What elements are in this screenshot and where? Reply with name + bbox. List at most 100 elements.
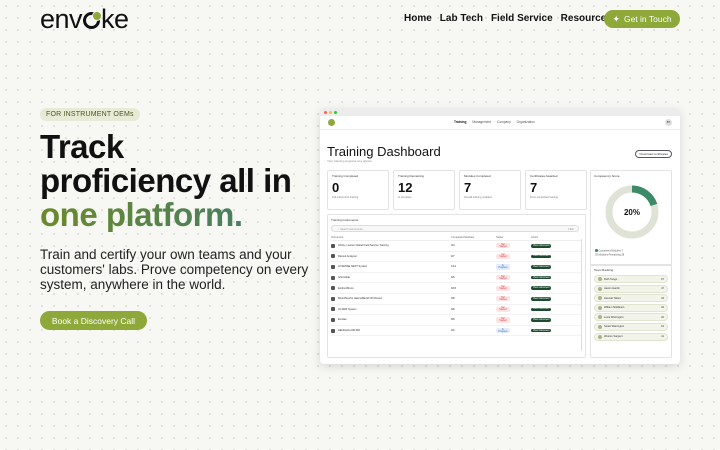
status-cell: Not Started	[496, 306, 531, 312]
tab-organization[interactable]: Organization	[517, 120, 535, 124]
filter-button[interactable]: Filter	[568, 226, 574, 233]
view-instrument-button[interactable]: View Instrument	[531, 328, 552, 333]
modules-count: 0/2	[451, 329, 455, 333]
member-score: 19	[661, 325, 664, 329]
ranking-row[interactable]: William Middleton 34	[594, 303, 668, 312]
hero-tag: FOR INSTRUMENT OEMs	[40, 108, 140, 121]
ranking-name: Weston Sargent	[598, 334, 623, 339]
instrument-name: Ramuti Analyser	[331, 254, 451, 259]
instrument-label: Alinity c-series Global Field Service Tr…	[338, 244, 389, 248]
search-placeholder: Search instruments...	[340, 228, 365, 231]
member-score: 34	[661, 306, 664, 310]
instrument-label: Ramuti Analyser	[338, 254, 357, 258]
download-certificates-button[interactable]: Download certificates	[635, 150, 672, 158]
ranking-name: Lucia Warrington	[598, 315, 624, 320]
status-cell: In Progress	[496, 327, 531, 334]
brand-logo[interactable]: env ke	[40, 4, 129, 35]
hero-title-line1: Track	[40, 128, 124, 165]
table-row[interactable]: HEHO/etta HB 600 0/2 In Progress View Instr…	[331, 326, 582, 337]
view-instrument-button[interactable]: View Instrument	[531, 297, 552, 301]
instrument-icon	[331, 317, 335, 322]
avatar[interactable]: BT	[665, 119, 672, 126]
search-input[interactable]: ⌕ Search instruments... Filter	[331, 225, 579, 232]
nav-home[interactable]: Home	[404, 13, 432, 24]
instrument-icon	[331, 275, 335, 280]
header-action: Action	[531, 236, 539, 239]
instrument-name: Emolax	[331, 317, 451, 322]
instrument-label: HEHO/etta HB 600	[338, 329, 360, 333]
competency-legend: Completed Modules 7 Modules Remaining 28	[595, 249, 624, 257]
close-dot-icon	[324, 110, 327, 114]
view-instrument-button[interactable]: View Instrument	[531, 244, 552, 248]
ranking-row[interactable]: Lucia Warrington 22	[594, 313, 668, 322]
avatar	[598, 277, 602, 281]
instrument-name: HI-SENSE NEXT System	[331, 264, 451, 269]
avatar	[598, 315, 602, 320]
view-instrument-button[interactable]: View Instrument	[531, 254, 552, 259]
table-row[interactable]: Ramuti Analyser 0/7 Not Started View Instru…	[331, 252, 582, 263]
ranking-row[interactable]: Weston Sargent 11	[594, 332, 668, 341]
hero-title: Track proficiency all in one platform.	[40, 130, 330, 232]
instrument-label: BloodTouch1 HaemoBank3 3D Device	[338, 297, 383, 301]
modules-count: 0/8	[451, 307, 455, 311]
view-instrument-button[interactable]: View Instrument	[531, 265, 552, 269]
legend-value: 28	[621, 253, 625, 257]
instrument-name: Endra Mbono	[331, 286, 451, 291]
instrument-icon	[331, 328, 335, 333]
get-in-touch-button[interactable]: ✦ Get in Touch	[604, 10, 680, 28]
stat-label: Modules Completed	[464, 174, 491, 178]
stat-label: Training Remaining	[398, 174, 424, 178]
table-row[interactable]: HI-3000 System 0/8 Not Started View Instrum…	[331, 305, 582, 316]
member-name: Weston Sargent	[604, 335, 623, 339]
ranking-row[interactable]: Stuart Warrington 19	[594, 322, 668, 331]
table-row[interactable]: Alinity c-series Global Field Service Tr…	[331, 241, 582, 252]
logo-o-mark	[83, 11, 103, 29]
action-cell: View Instrument	[531, 297, 576, 301]
table-row[interactable]: BloodTouch1 HaemoBank3 3D Device 0/8 Not S…	[331, 294, 582, 305]
table-scrollbar[interactable]	[580, 239, 582, 351]
app-tabs: Training Management Company Organization	[454, 120, 535, 124]
stat-foot: Full instrument training	[332, 196, 359, 199]
view-instrument-button[interactable]: View Instrument	[531, 318, 552, 322]
window-titlebar	[320, 108, 680, 116]
member-score: 34	[661, 296, 664, 300]
view-instrument-button[interactable]: View Instrument	[531, 286, 552, 291]
table-row[interactable]: Emolax 0/8 Not Started View Instrument	[331, 315, 582, 326]
stat-card: Certificates Awarded 7 From completed tr…	[525, 170, 587, 210]
ranking-name: Ruth Tango	[598, 277, 617, 281]
tab-management[interactable]: Management	[472, 120, 491, 124]
status-cell: Not Started	[496, 274, 531, 281]
table-row[interactable]: Endra Mbono 0/15 Not Started View Instrumen…	[331, 283, 582, 294]
stat-card: Training Remaining 12 to complete	[393, 170, 455, 210]
avatar	[598, 324, 602, 329]
member-name: Stuart Warrington	[604, 325, 625, 329]
status-cell: Not Started	[496, 253, 531, 259]
nav-lab-tech[interactable]: Lab Tech	[440, 13, 483, 24]
app-nav: Training Management Company Organization…	[320, 116, 680, 130]
instrument-icon	[331, 296, 335, 301]
action-cell: View Instrument	[531, 328, 576, 333]
status-badge: In Progress	[496, 327, 510, 334]
tab-training[interactable]: Training	[454, 120, 466, 124]
ranking-row[interactable]: Hazen Hardin 47	[594, 284, 668, 293]
avatar	[598, 296, 602, 301]
ranking-row[interactable]: Ruth Tango 67	[594, 275, 668, 283]
ranking-name: Stuart Warrington	[598, 324, 625, 329]
nav-field-service[interactable]: Field Service	[491, 13, 553, 24]
table-row[interactable]: Ishii Hitide 0/6 Not Started View Instrumen…	[331, 273, 582, 284]
status-cell: Not Started	[496, 296, 531, 302]
tab-company[interactable]: Company	[497, 120, 511, 124]
stat-card: Training Completed 0 Full instrument tra…	[327, 170, 389, 210]
view-instrument-button[interactable]: View Instrument	[531, 307, 552, 312]
view-instrument-button[interactable]: View Instrument	[531, 275, 552, 280]
competency-value: 20%	[624, 208, 640, 217]
hero-title-accent: one platform.	[40, 198, 330, 232]
book-call-button[interactable]: Book a Discovery Call	[40, 311, 147, 330]
table-row[interactable]: HI-SENSE NEXT System 1/12 In Progress View …	[331, 262, 582, 273]
modules-count: 0/6	[451, 276, 455, 280]
avatar	[598, 334, 602, 339]
ranking-row[interactable]: Hannah Talbot 34	[594, 294, 668, 303]
stat-label: Training Completed	[332, 174, 359, 178]
member-score: 67	[661, 277, 664, 281]
legend-label: Modules Remaining	[598, 253, 621, 257]
